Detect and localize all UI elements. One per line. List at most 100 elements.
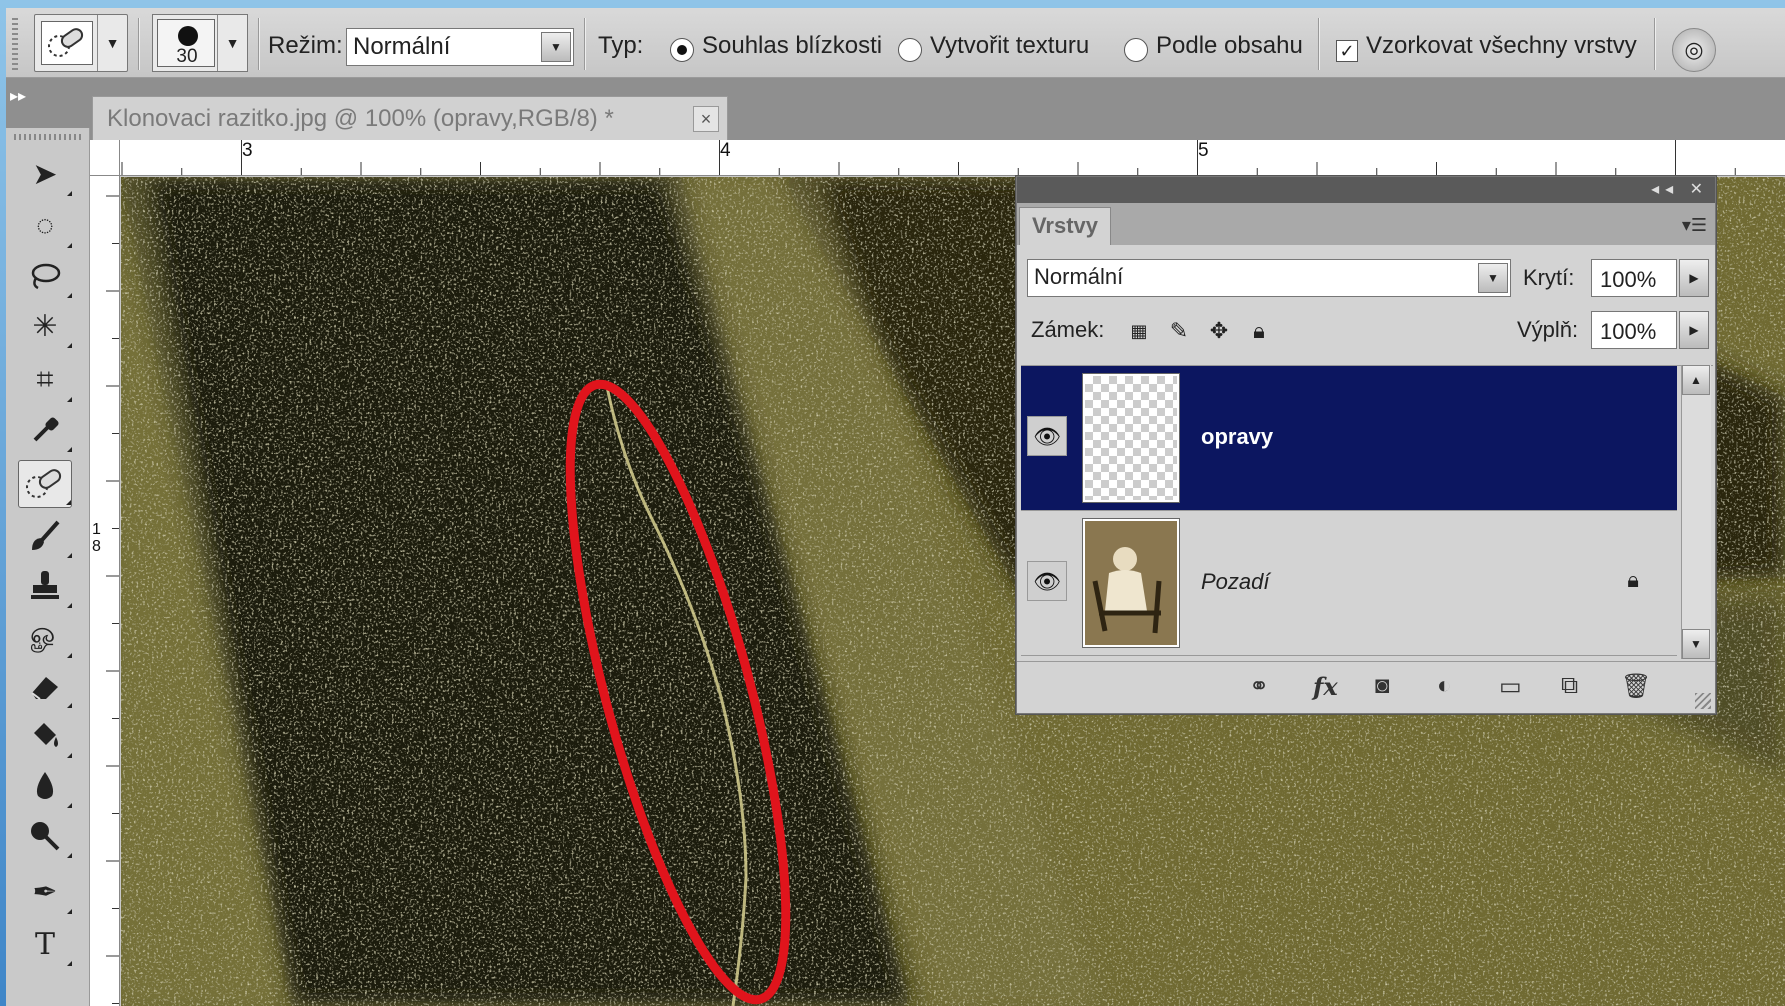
brush-picker[interactable]: 30 ▼ xyxy=(152,14,248,72)
sample-all-layers-label: Vzorkovat všechny vrstvy xyxy=(1366,32,1637,59)
pen-icon[interactable]: ✒ xyxy=(18,868,72,916)
ruler-label: 1 xyxy=(92,521,101,538)
layer-mask-icon[interactable]: ◙ xyxy=(1375,672,1390,700)
ruler-origin[interactable] xyxy=(90,140,120,176)
layer-thumbnail xyxy=(1082,518,1180,648)
ruler-label: 3 xyxy=(242,140,253,161)
brush-tip-icon xyxy=(178,26,198,46)
opacity-slider-arrow[interactable]: ▶ xyxy=(1679,259,1709,297)
eyedropper-icon[interactable] xyxy=(18,406,72,454)
radio-content-aware[interactable] xyxy=(1124,38,1148,62)
spot-healing-brush-icon[interactable] xyxy=(18,460,72,508)
eye-icon[interactable]: 👁︎ xyxy=(1027,416,1067,456)
radio-label-create-texture: Vytvořit texturu xyxy=(930,32,1090,59)
expand-panels-icon[interactable]: ▸▸ xyxy=(10,86,26,106)
tab-layers[interactable]: Vrstvy xyxy=(1019,207,1111,245)
options-bar-grip[interactable] xyxy=(12,18,18,70)
radio-create-texture[interactable] xyxy=(898,38,922,62)
lasso-icon[interactable] xyxy=(18,252,72,300)
paint-bucket-icon[interactable] xyxy=(18,712,72,760)
eraser-icon[interactable] xyxy=(18,662,72,710)
opacity-input[interactable]: 100% xyxy=(1591,259,1677,297)
crop-icon[interactable]: ⌗ xyxy=(18,356,72,404)
chevron-down-icon: ▼ xyxy=(1478,263,1508,293)
scroll-down-icon[interactable]: ▼ xyxy=(1682,629,1710,659)
layer-row-background[interactable]: 👁︎ Pozadí 🔒︎ xyxy=(1021,511,1677,656)
separator xyxy=(1654,18,1656,70)
trash-icon[interactable]: 🗑︎ xyxy=(1621,672,1651,701)
blend-mode-value: Normální xyxy=(1034,264,1124,289)
separator xyxy=(138,18,140,70)
new-layer-icon[interactable]: ⧉ xyxy=(1561,672,1578,700)
photoshop-window: ▼ 30 ▼ Režim: Normální ▼ Typ: Souhlas bl… xyxy=(6,8,1785,1006)
opacity-value: 100% xyxy=(1600,267,1657,292)
ruler-label: 4 xyxy=(720,140,731,161)
layer-thumbnail xyxy=(1082,373,1180,503)
type-icon[interactable]: T xyxy=(18,920,72,968)
radio-label-content-aware: Podle obsahu xyxy=(1156,32,1303,59)
lock-pixels-icon[interactable]: ✎ xyxy=(1165,317,1193,345)
lock-all-icon[interactable]: 🔒︎ xyxy=(1245,317,1273,345)
horizontal-ruler[interactable]: 3 4 5 xyxy=(90,140,1785,176)
brush-icon[interactable] xyxy=(18,512,72,560)
link-layers-icon[interactable]: ⚭ xyxy=(1249,672,1269,701)
blend-mode-select[interactable]: Normální ▼ xyxy=(1027,259,1511,297)
close-icon[interactable]: × xyxy=(693,106,719,132)
scroll-up-icon[interactable]: ▲ xyxy=(1682,365,1710,395)
document-tab-bar: ▸▸ Klonovaci razitko.jpg @ 100% (opravy,… xyxy=(6,78,1785,140)
layers-scrollbar[interactable]: ▲ ▼ xyxy=(1681,365,1711,659)
document-title: Klonovaci razitko.jpg @ 100% (opravy,RGB… xyxy=(107,105,614,132)
lock-label: Zámek: xyxy=(1031,317,1105,342)
document-tab[interactable]: Klonovaci razitko.jpg @ 100% (opravy,RGB… xyxy=(92,96,728,140)
panel-tab-row: Vrstvy ▾☰ xyxy=(1017,203,1715,245)
brush-size: 30 xyxy=(176,46,198,67)
spot-healing-brush-icon xyxy=(41,21,93,65)
layers-footer: ⚭ fx ◙ ◐ ▭ ⧉ 🗑︎ xyxy=(1017,661,1715,713)
airbrush-icon[interactable]: ◎ xyxy=(1672,28,1716,72)
group-folder-icon[interactable]: ▭ xyxy=(1499,672,1522,701)
opacity-label: Krytí: xyxy=(1523,265,1575,290)
blur-icon[interactable] xyxy=(18,762,72,810)
history-brush-icon[interactable]: ௐ xyxy=(18,612,72,660)
clone-stamp-icon[interactable] xyxy=(18,562,72,610)
separator xyxy=(584,18,586,70)
toolbox-grip[interactable] xyxy=(14,134,82,140)
layer-name: opravy xyxy=(1201,424,1274,449)
magic-wand-icon[interactable]: ✳ xyxy=(18,302,72,350)
mode-value: Normální xyxy=(353,33,451,60)
separator xyxy=(258,18,260,70)
lock-transparency-icon[interactable]: ▦ xyxy=(1125,317,1153,345)
baby-photo-thumbnail xyxy=(1085,521,1177,645)
chevron-down-icon[interactable]: ▼ xyxy=(217,15,247,71)
separator xyxy=(1318,18,1320,70)
mode-label: Režim: xyxy=(268,32,343,59)
resize-grip[interactable] xyxy=(1695,693,1711,709)
collapse-close-icons[interactable]: ◂◂ ✕ xyxy=(1651,179,1709,199)
adjustment-layer-icon[interactable]: ◐ xyxy=(1437,672,1452,700)
layer-name: Pozadí xyxy=(1201,569,1270,594)
layer-row-opravy[interactable]: 👁︎ opravy xyxy=(1021,366,1677,511)
mode-select[interactable]: Normální ▼ xyxy=(346,28,574,66)
layers-panel: ◂◂ ✕ Vrstvy ▾☰ Normální ▼ Krytí: 100% ▶ … xyxy=(1016,176,1716,714)
fill-input[interactable]: 100% xyxy=(1591,311,1677,349)
move-icon[interactable]: ➤ xyxy=(18,150,72,198)
radio-proximity-match[interactable] xyxy=(670,38,694,62)
eye-icon[interactable]: 👁︎ xyxy=(1027,561,1067,601)
panel-titlebar[interactable]: ◂◂ ✕ xyxy=(1017,177,1715,203)
horizontal-ruler-ticks xyxy=(121,140,1736,175)
chevron-down-icon: ▼ xyxy=(541,32,571,62)
panel-menu-icon[interactable]: ▾☰ xyxy=(1682,215,1707,236)
chevron-down-icon[interactable]: ▼ xyxy=(97,15,127,71)
tool-preset-picker[interactable]: ▼ xyxy=(34,14,128,72)
dodge-icon[interactable] xyxy=(18,812,72,860)
sample-all-layers-checkbox[interactable]: ✓ xyxy=(1336,40,1358,62)
lock-position-icon[interactable]: ✥ xyxy=(1205,317,1233,345)
ruler-label: 5 xyxy=(1198,140,1209,161)
brush-preview: 30 xyxy=(157,19,215,67)
vertical-ruler-ticks xyxy=(106,195,119,1004)
fx-icon[interactable]: fx xyxy=(1313,672,1338,701)
options-bar: ▼ 30 ▼ Režim: Normální ▼ Typ: Souhlas bl… xyxy=(6,8,1785,78)
elliptical-marquee-icon[interactable]: ◌ xyxy=(18,202,72,250)
vertical-ruler[interactable]: 1 8 xyxy=(90,176,120,1006)
fill-slider-arrow[interactable]: ▶ xyxy=(1679,311,1709,349)
